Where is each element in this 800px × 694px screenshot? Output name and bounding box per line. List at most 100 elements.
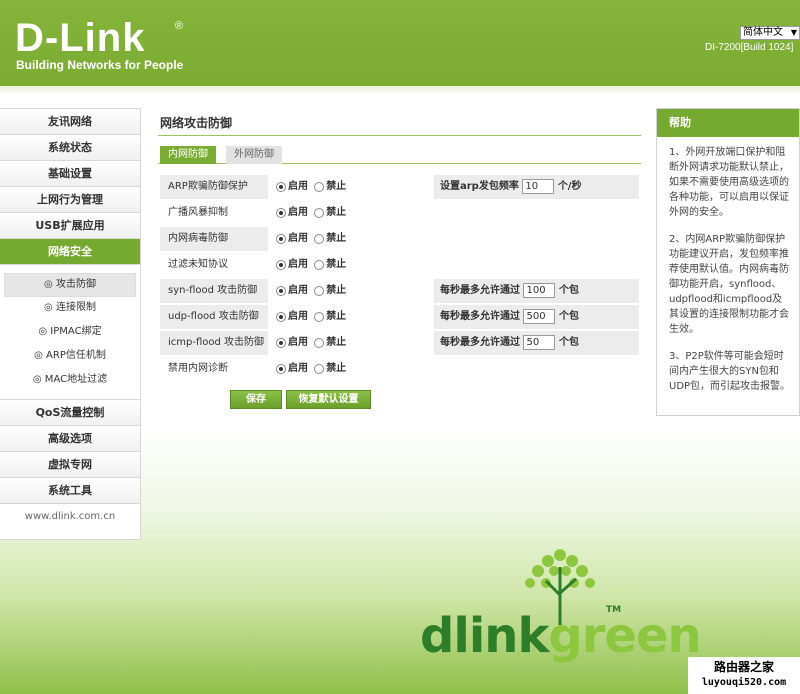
sub-item-arp-trust[interactable]: ◎ ARP信任机制 (4, 345, 136, 369)
site-watermark: 路由器之家 luyouqi520.com (688, 657, 800, 694)
model-info: DI-7200[Build 1024] (705, 42, 794, 53)
radio-disable[interactable] (314, 208, 325, 218)
logo-part-green: green (548, 608, 701, 664)
radio-disable[interactable] (314, 234, 325, 244)
nav-item-qos[interactable]: QoS流量控制 (0, 400, 140, 426)
dlink-logo: D-Link (15, 16, 146, 60)
language-select[interactable]: 简体中文 ▼ (740, 26, 800, 40)
row-label: 广播风暴抑制 (168, 207, 228, 218)
radio-enable[interactable] (276, 182, 286, 192)
arp-rate-input[interactable]: 10 (522, 178, 555, 194)
radio-enable[interactable] (276, 286, 286, 296)
setting-text: 每秒最多允许通过 (440, 337, 520, 348)
radio-enable[interactable] (276, 234, 286, 244)
radio-group: 启用 禁止 (276, 331, 349, 355)
header-divider (0, 86, 800, 94)
chevron-down-icon: ▼ (790, 28, 797, 37)
radio-disable[interactable] (314, 260, 325, 270)
radio-enable-label: 启用 (288, 363, 308, 374)
radio-disable[interactable] (314, 312, 325, 322)
form-row-udp-flood: udp-flood 攻击防御 启用 禁止 每秒最多允许通过 500 个包 (158, 305, 641, 330)
radio-disable[interactable] (314, 364, 325, 374)
radio-enable[interactable] (276, 338, 286, 348)
syn-limit-input[interactable]: 100 (523, 282, 556, 298)
radio-group: 启用 禁止 (276, 227, 349, 251)
nav-item-dlink-network[interactable]: 友讯网络 (0, 109, 140, 135)
form-row-virus: 内网病毒防御 启用 禁止 (158, 227, 641, 252)
radio-enable[interactable] (276, 364, 286, 374)
radio-enable-label: 启用 (288, 285, 308, 296)
form-row-unknown-protocol: 过滤未知协议 启用 禁止 (158, 253, 641, 278)
row-setting: 设置arp发包频率 10 个/秒 (434, 175, 639, 199)
radio-disable-label: 禁止 (326, 233, 347, 244)
nav-item-network-security[interactable]: 网络安全 (0, 239, 140, 265)
tab-wan-defense[interactable]: 外网防御 (226, 146, 282, 164)
radio-enable-label: 启用 (288, 259, 308, 270)
help-panel: 帮助 1、外网开放端口保护和阻断外网请求功能默认禁止，如果不需要使用高级选项的各… (656, 108, 800, 416)
row-label: 过滤未知协议 (168, 259, 228, 270)
help-title: 帮助 (657, 109, 799, 137)
radio-disable[interactable] (314, 338, 325, 348)
help-body: 1、外网开放端口保护和阻断外网请求功能默认禁止，如果不需要使用高级选项的各种功能… (657, 137, 799, 394)
help-paragraph: 2、内网ARP欺骗防御保护功能建议开启，发包频率推荐使用默认值。内网病毒防御功能… (669, 234, 789, 335)
nav-item-vpn[interactable]: 虚拟专网 (0, 452, 140, 478)
nav-item-basic-settings[interactable]: 基础设置 (0, 161, 140, 187)
nav-item-usb-apps[interactable]: USB扩展应用 (0, 213, 140, 239)
radio-group: 启用 禁止 (276, 201, 349, 225)
nav-item-advanced[interactable]: 高级选项 (0, 426, 140, 452)
trademark-mark: TM (606, 605, 622, 615)
header-bar: D-Link ® Building Networks for People 简体… (0, 0, 800, 86)
nav-item-behavior-management[interactable]: 上网行为管理 (0, 187, 140, 213)
radio-group: 启用 禁止 (276, 279, 349, 303)
radio-enable-label: 启用 (288, 181, 308, 192)
udp-limit-input[interactable]: 500 (523, 308, 556, 324)
sub-item-attack-defense[interactable]: ◎ 攻击防御 (4, 273, 136, 297)
help-paragraph: 1、外网开放端口保护和阻断外网请求功能默认禁止，如果不需要使用高级选项的各种功能… (669, 147, 789, 218)
sub-item-ipmac-binding[interactable]: ◎ IPMAC绑定 (4, 321, 136, 345)
nav-item-system-tools[interactable]: 系统工具 (0, 478, 140, 504)
radio-disable[interactable] (314, 182, 325, 192)
sidebar-nav: 友讯网络 系统状态 基础设置 上网行为管理 USB扩展应用 网络安全 ◎ 攻击防… (0, 108, 141, 540)
setting-suffix: 个包 (558, 337, 579, 348)
row-setting: 每秒最多允许通过 500 个包 (434, 305, 639, 329)
radio-disable[interactable] (314, 286, 325, 296)
nav-item-system-status[interactable]: 系统状态 (0, 135, 140, 161)
nav-footer-link[interactable]: www.dlink.com.cn (0, 504, 140, 530)
row-setting: 每秒最多允许通过 50 个包 (434, 331, 639, 355)
dlink-green-logo: dlinkgreen (420, 612, 702, 660)
row-label: syn-flood 攻击防御 (160, 279, 268, 303)
restore-defaults-button[interactable]: 恢复默认设置 (286, 390, 371, 409)
radio-disable-label: 禁止 (326, 285, 347, 296)
save-button[interactable]: 保存 (230, 390, 282, 409)
form-row-syn-flood: syn-flood 攻击防御 启用 禁止 每秒最多允许通过 100 个包 (158, 279, 641, 304)
page-title: 网络攻击防御 (158, 108, 641, 136)
button-row: 保存 恢复默认设置 (158, 390, 641, 412)
setting-text: 设置arp发包频率 (440, 181, 519, 192)
watermark-url: luyouqi520.com (701, 677, 787, 688)
radio-enable[interactable] (276, 260, 286, 270)
radio-group: 启用 禁止 (276, 357, 349, 381)
radio-enable[interactable] (276, 312, 286, 322)
radio-disable-label: 禁止 (326, 311, 347, 322)
main-panel: 网络攻击防御 内网防御 外网防御 ARP欺骗防御保护 启用 禁止 设置arp发包… (158, 108, 641, 412)
logo-part-dlink: dlink (420, 608, 549, 664)
tab-lan-defense[interactable]: 内网防御 (160, 146, 216, 164)
radio-disable-label: 禁止 (326, 207, 347, 218)
sub-item-connection-limit[interactable]: ◎ 连接限制 (4, 297, 136, 321)
radio-group: 启用 禁止 (276, 175, 349, 199)
row-label: 内网病毒防御 (160, 227, 268, 251)
sub-item-mac-filter[interactable]: ◎ MAC地址过滤 (4, 369, 136, 393)
setting-text: 每秒最多允许通过 (440, 285, 520, 296)
radio-enable[interactable] (276, 208, 286, 218)
form-row-arp: ARP欺骗防御保护 启用 禁止 设置arp发包频率 10 个/秒 (158, 175, 641, 200)
registered-mark: ® (175, 20, 184, 32)
icmp-limit-input[interactable]: 50 (523, 334, 556, 350)
setting-suffix: 个包 (558, 311, 579, 322)
language-value: 简体中文 (743, 27, 783, 38)
radio-enable-label: 启用 (288, 337, 308, 348)
form-row-broadcast: 广播风暴抑制 启用 禁止 (158, 201, 641, 226)
help-paragraph: 3、P2P软件等可能会短时间内产生很大的SYN包和UDP包，而引起攻击报警。 (669, 351, 791, 392)
radio-enable-label: 启用 (288, 207, 308, 218)
radio-disable-label: 禁止 (326, 259, 347, 270)
row-label: icmp-flood 攻击防御 (160, 331, 268, 355)
